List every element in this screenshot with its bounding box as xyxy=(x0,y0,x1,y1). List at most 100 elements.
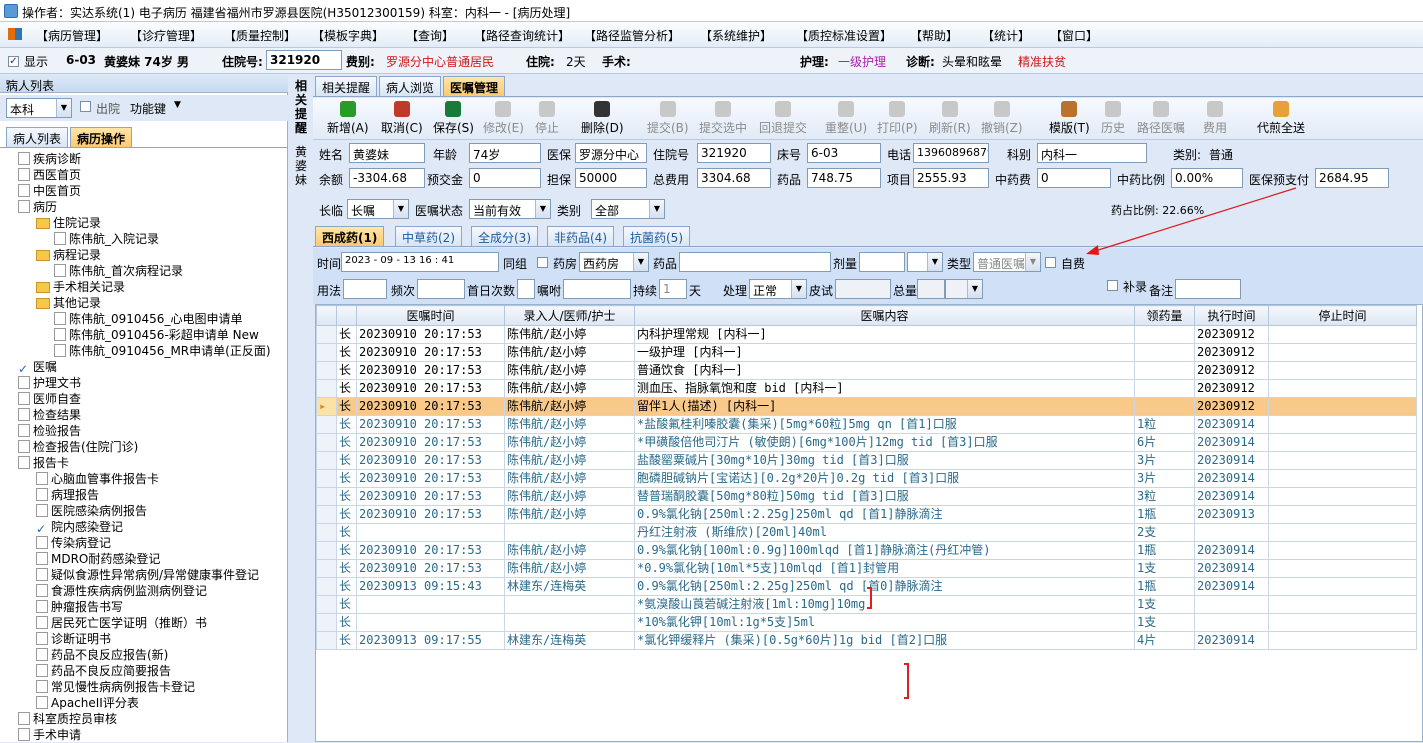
table-row[interactable]: 长 *10%氯化钾[10ml:1g*5支]5ml 1支 xyxy=(316,613,1417,632)
discharged-checkbox[interactable] xyxy=(80,101,91,115)
row-selector[interactable] xyxy=(316,415,337,434)
row-selector[interactable] xyxy=(316,325,337,344)
row-selector[interactable] xyxy=(316,631,337,650)
table-row[interactable]: 长 20230910 20:17:53 陈伟航/赵小婷 *甲磺酸倍他司汀片 (敏使朗)… xyxy=(316,433,1417,452)
menu-item[interactable]: 【模板字典】 xyxy=(312,27,384,44)
tree-node[interactable]: 药品不良反应简要报告 xyxy=(36,663,171,679)
tree-node[interactable]: 手术相关记录 xyxy=(36,279,125,295)
row-selector[interactable] xyxy=(316,559,337,578)
tree-node[interactable]: 陈伟航_0910456-彩超申请单 New xyxy=(54,327,259,343)
chevron-down-icon[interactable]: ▼ xyxy=(174,100,181,110)
freq-input[interactable] xyxy=(417,279,465,299)
toolbar-button[interactable]: 删除(D) xyxy=(581,101,624,136)
total-input[interactable] xyxy=(917,279,945,299)
column-header[interactable]: 录入人/医师/护士 xyxy=(504,305,635,326)
toolbar-button[interactable]: 代煎全送 xyxy=(1257,101,1305,136)
table-row[interactable]: 长 20230910 20:17:53 陈伟航/赵小婷 测血压、指脉氧饱和度 bid … xyxy=(316,379,1417,398)
column-header[interactable]: 医嘱时间 xyxy=(356,305,505,326)
table-row[interactable]: 长 20230910 20:17:53 陈伟航/赵小婷 0.9%氯化钠[250ml:2… xyxy=(316,505,1417,524)
dose-input[interactable] xyxy=(859,252,905,272)
toolbar-button[interactable]: 提交(B) xyxy=(647,101,689,136)
row-selector[interactable] xyxy=(316,343,337,362)
tree-node[interactable]: 其他记录 xyxy=(36,295,101,311)
tree-node[interactable]: 西医首页 xyxy=(18,167,81,183)
toolbar-button[interactable]: 修改(E) xyxy=(483,101,524,136)
tree-node[interactable]: 药品不良反应报告(新) xyxy=(36,647,168,663)
tab-reminder[interactable]: 相关提醒 xyxy=(315,76,378,96)
pin-icon[interactable]: ᵖ xyxy=(6,77,282,90)
row-selector[interactable] xyxy=(316,523,337,542)
menu-item[interactable]: 【帮助】 xyxy=(910,27,958,44)
vtab-patient[interactable]: 黄婆妹 xyxy=(295,145,309,187)
order-status-select[interactable]: 当前有效 ▼ xyxy=(469,199,551,219)
order-category-tab[interactable]: 全成分(3) xyxy=(471,226,538,246)
time-field[interactable]: 2023 - 09 - 13 16 : 41 xyxy=(341,252,499,272)
row-selector[interactable] xyxy=(316,379,337,398)
tree-node[interactable]: 手术申请 xyxy=(18,727,81,743)
toolbar-button[interactable]: 重整(U) xyxy=(825,101,867,136)
toolbar-button[interactable]: 费用 xyxy=(1203,101,1227,136)
row-selector[interactable] xyxy=(316,487,337,506)
category-select[interactable]: 全部 ▼ xyxy=(591,199,665,219)
table-row[interactable]: 长 20230910 20:17:53 陈伟航/赵小婷 盐酸罂粟碱片[30mg*10片… xyxy=(316,451,1417,470)
duration-stepper[interactable]: 1 xyxy=(659,279,687,299)
toolbar-button[interactable]: 回退提交 xyxy=(759,101,807,136)
tree-node[interactable]: 诊断证明书 xyxy=(36,631,111,647)
tree-node[interactable]: 护理文书 xyxy=(18,375,81,391)
table-row[interactable]: 长 20230910 20:17:53 陈伟航/赵小婷 胞磷胆碱钠片[宝诺达][0.2… xyxy=(316,469,1417,488)
tab-patient-browse[interactable]: 病人浏览 xyxy=(379,76,442,96)
menu-item[interactable]: 【系统维护】 xyxy=(700,27,772,44)
order-category-tab[interactable]: 中草药(2) xyxy=(395,226,462,246)
tree-node[interactable]: 医院感染病例报告 xyxy=(36,503,147,519)
long-temp-select[interactable]: 长嘱 ▼ xyxy=(347,199,409,219)
row-selector[interactable] xyxy=(316,595,337,614)
toolbar-button[interactable]: 模版(T) xyxy=(1049,101,1090,136)
row-selector[interactable] xyxy=(316,613,337,632)
table-row[interactable]: ▸ 长 20230910 20:17:53 陈伟航/赵小婷 留伴1人(描述) [内科一]… xyxy=(316,397,1417,416)
order-category-tab[interactable]: 非药品(4) xyxy=(547,226,614,246)
tree-node[interactable]: ✓ 医嘱 xyxy=(18,359,57,376)
menu-app-icon[interactable] xyxy=(8,28,22,40)
tree-node[interactable]: MDRO耐药感染登记 xyxy=(36,551,160,567)
tree-node[interactable]: 病历 xyxy=(18,199,57,215)
tree-node[interactable]: 疑似食源性异常病例/异常健康事件登记 xyxy=(36,567,259,583)
dose-unit-select[interactable]: ▼ xyxy=(907,252,943,272)
tab-order-manage[interactable]: 医嘱管理 xyxy=(443,76,506,96)
usage-input[interactable] xyxy=(343,279,387,299)
order-category-tab[interactable]: 西成药(1) xyxy=(315,226,385,246)
row-selector[interactable] xyxy=(316,361,337,380)
pharmacy-select[interactable]: 西药房 ▼ xyxy=(579,252,649,272)
toolbar-button[interactable]: 保存(S) xyxy=(433,101,474,136)
self-pay-checkbox[interactable] xyxy=(1045,257,1056,271)
row-selector[interactable] xyxy=(316,469,337,488)
tree-node[interactable]: 中医首页 xyxy=(18,183,81,199)
column-header[interactable]: 医嘱内容 xyxy=(634,305,1135,326)
tree-node[interactable]: 病程记录 xyxy=(36,247,101,263)
toolbar-button[interactable]: 路径医嘱 xyxy=(1137,101,1185,136)
menu-item[interactable]: 【窗口】 xyxy=(1050,27,1098,44)
skin-test-input[interactable] xyxy=(835,279,891,299)
tree-node[interactable]: 科室质控员审核 xyxy=(18,711,117,727)
first-day-input[interactable] xyxy=(517,279,535,299)
toolbar-button[interactable]: 取消(C) xyxy=(381,101,423,136)
menu-item[interactable]: 【质量控制】 xyxy=(224,27,296,44)
group-checkbox[interactable] xyxy=(537,257,548,271)
column-header[interactable]: 停止时间 xyxy=(1268,305,1417,326)
tree-node[interactable]: 检查报告(住院门诊) xyxy=(18,439,138,455)
row-selector[interactable] xyxy=(316,541,337,560)
row-selector[interactable] xyxy=(316,577,337,596)
tree-node[interactable]: 心脑血管事件报告卡 xyxy=(36,471,159,487)
table-row[interactable]: 长 20230910 20:17:53 陈伟航/赵小婷 0.9%氯化钠[100ml:0… xyxy=(316,541,1417,560)
menu-item[interactable]: 【质控标准设置】 xyxy=(796,27,892,44)
tree-node[interactable]: 住院记录 xyxy=(36,215,101,231)
row-selector[interactable] xyxy=(316,451,337,470)
tree-node[interactable]: 病理报告 xyxy=(36,487,99,503)
tree-node[interactable]: 陈伟航_0910456_心电图申请单 xyxy=(54,311,242,327)
tree-node[interactable]: ApacheII评分表 xyxy=(36,695,139,711)
toolbar-button[interactable]: 历史 xyxy=(1101,101,1125,136)
toolbar-button[interactable]: 新增(A) xyxy=(327,101,369,136)
table-row[interactable]: 长 20230910 20:17:53 陈伟航/赵小婷 内科护理常规 [内科一] 202… xyxy=(316,325,1417,344)
tree-node[interactable]: ✓ 院内感染登记 xyxy=(36,519,123,536)
remark-input[interactable] xyxy=(1175,279,1241,299)
row-selector[interactable] xyxy=(316,433,337,452)
